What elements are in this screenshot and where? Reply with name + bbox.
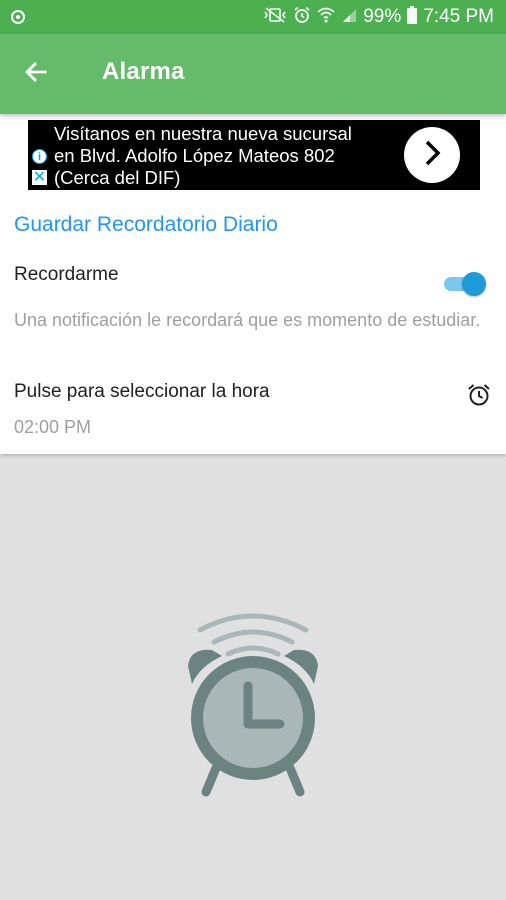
chevron-right-icon bbox=[419, 138, 445, 173]
page-title: Alarma bbox=[102, 58, 185, 85]
ad-open-button[interactable] bbox=[404, 127, 460, 183]
wifi-icon bbox=[317, 6, 335, 28]
clock-time: 7:45 PM bbox=[423, 6, 494, 27]
arrow-left-icon bbox=[23, 59, 49, 90]
alarm-clock-icon[interactable] bbox=[466, 382, 492, 413]
battery-percent: 99% bbox=[363, 6, 402, 27]
time-value: 02:00 PM bbox=[14, 417, 92, 437]
section-title: Guardar Recordatorio Diario bbox=[14, 213, 278, 236]
time-picker-label: Pulse para seleccionar la hora bbox=[14, 381, 270, 402]
remind-label: Recordarme bbox=[14, 264, 119, 285]
status-bar: 99% 7:45 PM bbox=[0, 0, 506, 34]
ad-close-icon[interactable]: ✕ bbox=[32, 170, 47, 186]
toggle-thumb bbox=[462, 272, 486, 296]
reminder-settings-card: Guardar Recordatorio Diario Recordarme U… bbox=[0, 196, 506, 454]
notification-icon bbox=[10, 9, 26, 31]
ad-text-line-2: en Blvd. Adolfo López Mateos 802 bbox=[54, 145, 335, 166]
ringing-alarm-clock-illustration bbox=[180, 608, 326, 800]
app-toolbar: Alarma bbox=[0, 34, 506, 114]
ad-text-line-1: Visítanos en nuestra nueva sucursal bbox=[54, 123, 352, 144]
vibrate-mute-icon bbox=[263, 7, 287, 27]
ad-info-icon[interactable]: i bbox=[32, 149, 47, 164]
back-button[interactable] bbox=[18, 56, 54, 92]
time-picker-row[interactable]: Pulse para seleccionar la hora 02:00 PM bbox=[0, 372, 506, 448]
ad-banner[interactable]: i ✕ Visítanos en nuestra nueva sucursal … bbox=[28, 120, 480, 190]
remind-description: Una notificación le recordará que es mom… bbox=[14, 310, 481, 330]
remind-toggle[interactable] bbox=[442, 268, 488, 298]
alarm-status-icon bbox=[293, 6, 311, 28]
signal-icon bbox=[341, 7, 357, 27]
ad-container: i ✕ Visítanos en nuestra nueva sucursal … bbox=[0, 114, 506, 196]
ad-text-line-3: (Cerca del DIF) bbox=[54, 167, 181, 188]
battery-icon bbox=[407, 6, 418, 28]
